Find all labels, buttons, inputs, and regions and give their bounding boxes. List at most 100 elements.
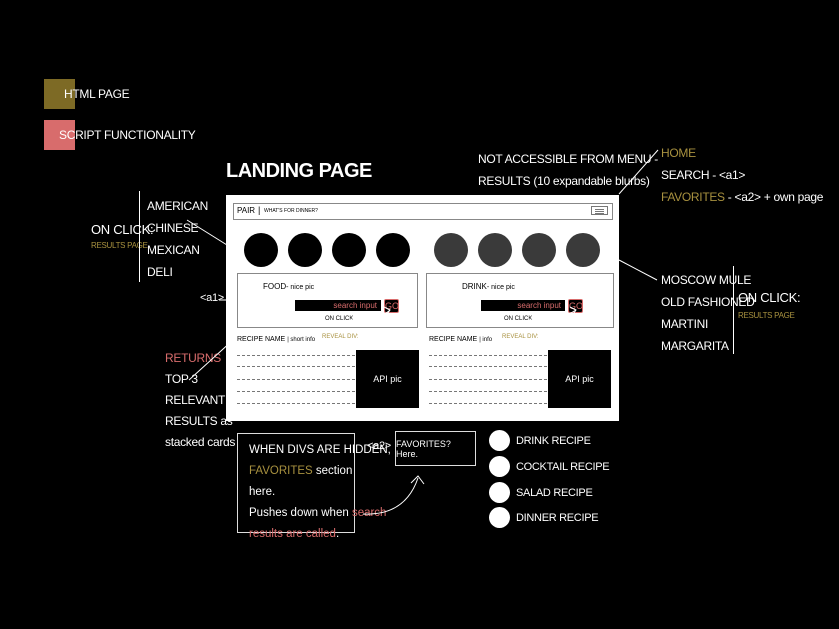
menu-search: SEARCH - <a1> [661,168,746,182]
favorites-box-label: FAVORITES? Here. [396,438,451,459]
drink-circle-3[interactable] [522,233,556,267]
result-line-right-4 [429,391,547,392]
drink-divider [733,266,734,354]
drink-moscow-mule: MOSCOW MULE [661,273,752,287]
favorites-box: FAVORITES? Here. [395,431,476,466]
menu-note: HOME SEARCH - <a1> FAVORITES - <a2> + ow… [661,142,823,208]
left-a1-label: <a1> [200,292,224,304]
drink-note: - nice pic [486,284,515,291]
cuisine-mexican: MEXICAN [147,243,200,257]
legend-label-html: HTML PAGE [64,87,130,101]
dinner-recipe-circle[interactable] [489,507,510,528]
mock-separator: | [258,205,261,215]
favorites-curve-arrowhead [410,475,425,485]
recipe-name-right: RECIPE NAME [429,336,478,343]
result-line-right-5 [429,403,547,404]
recipe-name-left: RECIPE NAME [237,336,286,343]
recipe-header-right: RECIPE NAME | info [429,336,492,343]
api-pic-right: API pic [548,350,611,408]
not-accessible-note: NOT ACCESSIBLE FROM MENU - RESULTS (10 e… [478,148,658,192]
right-results-page: RESULTS PAGE [738,311,795,320]
landing-mockup: PAIR | WHAT'S FOR DINNER? FOOD- nice pic… [226,195,619,421]
result-line-right-3 [429,379,547,380]
hidden-note-line4: results are called. [249,524,354,545]
drink-on-click: ON CLICK [504,316,533,322]
mock-header: PAIR | WHAT'S FOR DINNER? [233,203,613,220]
landing-page-title: LANDING PAGE [226,160,372,182]
drink-circle-2[interactable] [478,233,512,267]
food-search-input[interactable]: search input [295,300,381,311]
favorites-a2-label: <a2> [367,440,391,452]
food-on-click: ON CLICK [325,316,354,322]
hidden-note-line1: WHEN DIVS ARE HIDDEN, [249,444,391,456]
hidden-note-favorites: FAVORITES [249,465,313,477]
drink-circle-1[interactable] [434,233,468,267]
legend-label-script: SCRIPT FUNCTIONALITY [59,128,196,142]
result-line-left-1 [237,355,355,356]
cuisine-american: AMERICAN [147,199,208,213]
menu-favorites: FAVORITES - <a2> + own page [661,186,823,208]
menu-favorites-label: FAVORITES [661,190,725,204]
food-label: FOOD [263,282,287,291]
salad-recipe-label: SALAD RECIPE [516,487,593,499]
hidden-note-line4-a: results are called [249,528,336,540]
reveal-div-right: REVEAL DIV: [502,334,539,340]
drink-box: DRINK- nice pic search input GO ON CLICK [426,273,614,328]
result-line-left-2 [237,366,355,367]
food-box-label: FOOD- nice pic [263,282,314,291]
menu-favorites-rest: - <a2> + own page [724,190,824,204]
left-on-click: ON CLICK: [91,222,154,237]
drink-label: DRINK [462,282,487,291]
cuisine-divider [139,191,140,282]
result-line-left-3 [237,379,355,380]
cuisine-list: AMERICAN CHINESE MEXICAN DELI [147,195,208,283]
hidden-note-line3-b: search [351,507,387,519]
menu-home: HOME [661,146,696,160]
mock-logo: PAIR [237,206,256,215]
recipe-info-left: | short info [287,337,316,343]
cuisine-deli: DELI [147,265,173,279]
hidden-note-line3: Pushes down when search [249,503,386,524]
returns-line-4: stacked cards [165,435,236,449]
not-accessible-line2: RESULTS (10 expandable blurbs) [478,174,650,188]
result-line-left-4 [237,391,355,392]
hidden-note-line4-b: . [335,528,340,540]
drink-recipe-circle[interactable] [489,430,510,451]
recipe-header-left: RECIPE NAME | short info [237,336,315,343]
food-circle-3[interactable] [332,233,366,267]
drink-margarita: MARGARITA [661,339,729,353]
food-go-button[interactable]: GO [384,299,399,313]
not-accessible-line1: NOT ACCESSIBLE FROM MENU - [478,152,659,166]
food-note: - nice pic [286,284,315,291]
hidden-note-line3-a: Pushes down when [249,507,352,519]
dinner-recipe-label: DINNER RECIPE [516,512,599,524]
food-circle-4[interactable] [376,233,410,267]
reveal-div-left: REVEAL DIV: [322,334,359,340]
returns-line-2: RELEVANT [165,393,226,407]
food-circle-1[interactable] [244,233,278,267]
hamburger-menu-icon[interactable] [591,206,608,215]
result-line-left-5 [237,403,355,404]
api-pic-left: API pic [356,350,419,408]
salad-recipe-circle[interactable] [489,482,510,503]
drink-go-button[interactable]: GO [568,299,583,313]
drink-recipe-label: DRINK RECIPE [516,435,591,447]
result-line-right-1 [429,355,547,356]
drink-circle-4[interactable] [566,233,600,267]
recipe-info-right: | info [479,337,493,343]
returns-line-3: RESULTS as [165,414,233,428]
cocktail-recipe-label: COCKTAIL RECIPE [516,461,610,473]
returns-note: RETURNS TOP 3 RELEVANT RESULTS as stacke… [165,348,235,453]
hidden-divs-note: WHEN DIVS ARE HIDDEN, FAVORITES section … [237,433,391,540]
food-circle-2[interactable] [288,233,322,267]
returns-line-1: TOP 3 [165,372,198,386]
food-box: FOOD- nice pic search input GO ON CLICK [237,273,418,328]
result-line-right-2 [429,366,547,367]
mock-tagline: WHAT'S FOR DINNER? [264,208,318,214]
hidden-note-line2: FAVORITES section here. [249,461,354,503]
cocktail-recipe-circle[interactable] [489,456,510,477]
drink-box-label: DRINK- nice pic [462,282,515,291]
drink-search-input[interactable]: search input [481,300,565,311]
right-on-click: ON CLICK: [738,290,801,305]
returns-label: RETURNS [165,351,221,365]
